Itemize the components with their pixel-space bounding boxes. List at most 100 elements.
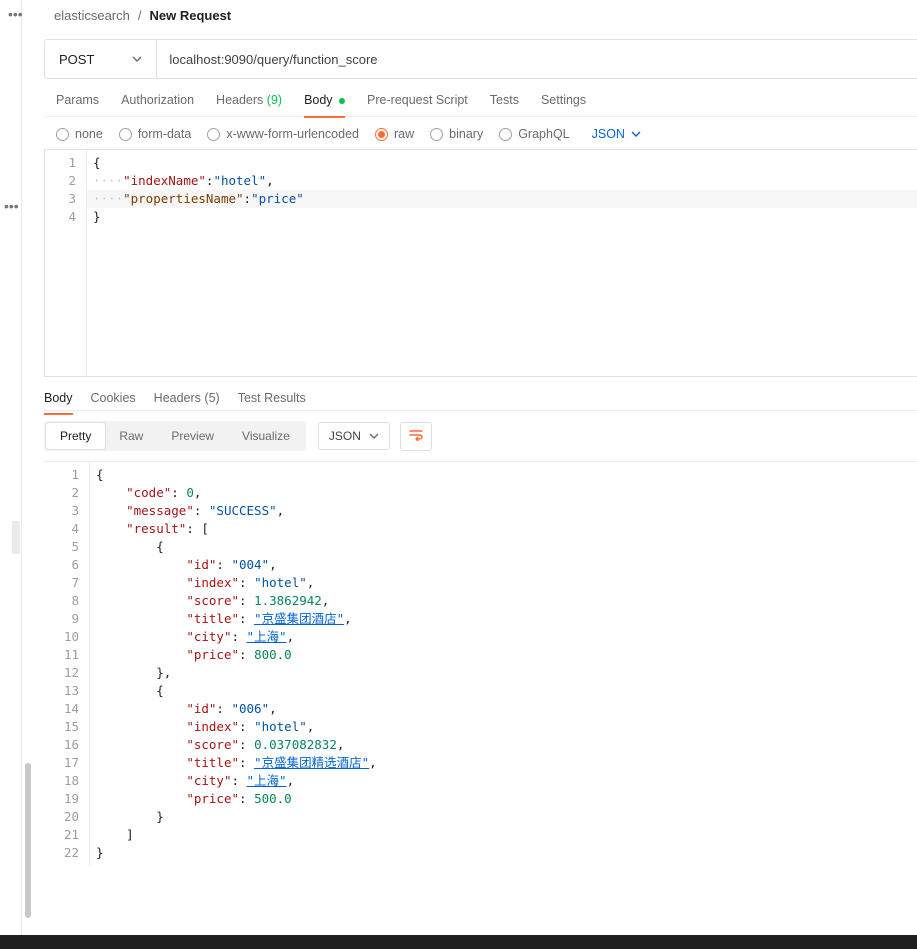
tab-settings[interactable]: Settings [541, 93, 586, 116]
body-type-row: none form-data x-www-form-urlencoded raw… [44, 117, 917, 149]
code-token: "index" [186, 719, 239, 734]
seg-preview[interactable]: Preview [157, 423, 228, 449]
chevron-down-icon [132, 54, 142, 64]
radio-xwww[interactable]: x-www-form-urlencoded [207, 127, 359, 141]
code-token: "006" [231, 701, 269, 716]
more-icon-side[interactable]: ••• [4, 198, 19, 214]
resp-tab-test-results[interactable]: Test Results [238, 391, 306, 413]
resp-tab-cookies[interactable]: Cookies [91, 391, 136, 413]
radio-binary-label: binary [449, 127, 483, 141]
resp-tab-headers-count: (5) [204, 391, 219, 405]
code-token: 500.0 [254, 791, 292, 806]
request-body-editor[interactable]: 1234 { ····"indexName":"hotel", ····"pro… [44, 149, 917, 377]
wrap-icon [409, 429, 423, 441]
breadcrumb-request: New Request [150, 8, 232, 23]
code-token: "hotel" [254, 575, 307, 590]
resp-tab-headers[interactable]: Headers (5) [154, 391, 220, 413]
raw-format-dropdown[interactable]: JSON [592, 127, 641, 141]
code-area[interactable]: { ····"indexName":"hotel", ····"properti… [87, 150, 917, 376]
scrollbar-thumb[interactable] [25, 763, 31, 918]
code-token: "code" [126, 485, 171, 500]
radio-form-data[interactable]: form-data [119, 127, 192, 141]
radio-none[interactable]: none [56, 127, 103, 141]
code-token: 0 [186, 485, 194, 500]
code-token: "price" [186, 791, 239, 806]
radio-form-data-label: form-data [138, 127, 192, 141]
tab-body-label: Body [304, 93, 333, 107]
radio-raw-label: raw [394, 127, 414, 141]
code-token: "index" [186, 575, 239, 590]
code-token: "上海" [247, 629, 287, 644]
code-token: "京盛集团酒店" [254, 611, 344, 626]
code-token: 0.037082832 [254, 737, 337, 752]
code-token: "city" [186, 773, 231, 788]
code-token: "title" [186, 755, 239, 770]
raw-format-label: JSON [592, 127, 625, 141]
body-modified-dot-icon [339, 98, 345, 104]
footer-bar [0, 935, 917, 949]
code-token: "id" [186, 557, 216, 572]
response-tabs: Body Cookies Headers (5) Test Results [44, 377, 917, 411]
http-method-label: POST [59, 52, 94, 67]
code-token: "004" [231, 557, 269, 572]
code-token: 1.3862942 [254, 593, 322, 608]
code-token: "京盛集团精选酒店" [254, 755, 369, 770]
breadcrumb: elasticsearch / New Request [44, 0, 917, 33]
pane-resize-handle[interactable] [12, 521, 20, 554]
code-token: , [266, 173, 274, 188]
response-format-label: JSON [329, 429, 361, 443]
tab-authorization[interactable]: Authorization [121, 93, 194, 116]
radio-raw[interactable]: raw [375, 127, 414, 141]
code-token: : [244, 191, 252, 206]
resp-tab-body[interactable]: Body [44, 391, 73, 415]
code-token: } [93, 209, 101, 224]
response-body-editor[interactable]: 12345678910111213141516171819202122 { "c… [44, 461, 917, 866]
radio-graphql-label: GraphQL [518, 127, 569, 141]
request-tabs: Params Authorization Headers (9) Body Pr… [44, 79, 917, 117]
breadcrumb-sep: / [138, 8, 142, 23]
url-bar: POST localhost:9090/query/function_score [44, 39, 917, 79]
response-view-row: Pretty Raw Preview Visualize JSON [44, 411, 917, 461]
tab-params[interactable]: Params [56, 93, 99, 116]
code-token: "hotel" [213, 173, 266, 188]
seg-pretty[interactable]: Pretty [46, 423, 105, 449]
tab-headers-count: (9) [267, 93, 282, 107]
wrap-lines-button[interactable] [400, 422, 432, 451]
code-token: "id" [186, 701, 216, 716]
line-gutter: 12345678910111213141516171819202122 [44, 462, 90, 866]
url-input[interactable]: localhost:9090/query/function_score [157, 40, 917, 78]
code-token: "score" [186, 593, 239, 608]
code-token: "indexName" [123, 173, 206, 188]
code-token: "price" [251, 191, 304, 206]
code-token: "message" [126, 503, 194, 518]
line-gutter: 1234 [45, 150, 87, 376]
url-text: localhost:9090/query/function_score [169, 52, 377, 67]
breadcrumb-collection[interactable]: elasticsearch [54, 8, 130, 23]
radio-graphql[interactable]: GraphQL [499, 127, 569, 141]
radio-binary[interactable]: binary [430, 127, 483, 141]
response-code-area[interactable]: { "code": 0, "message": "SUCCESS", "resu… [90, 462, 917, 866]
resp-tab-headers-label: Headers [154, 391, 201, 405]
more-icon[interactable]: ••• [8, 6, 23, 22]
tab-tests[interactable]: Tests [490, 93, 519, 116]
seg-raw[interactable]: Raw [105, 423, 157, 449]
response-format-dropdown[interactable]: JSON [318, 422, 390, 450]
tab-body[interactable]: Body [304, 93, 345, 118]
code-token: "price" [186, 647, 239, 662]
tab-headers[interactable]: Headers (9) [216, 93, 282, 116]
left-sidebar-strip [0, 0, 22, 949]
view-mode-segmented: Pretty Raw Preview Visualize [44, 421, 306, 451]
code-token: "score" [186, 737, 239, 752]
seg-visualize[interactable]: Visualize [228, 423, 304, 449]
code-token: "propertiesName" [123, 191, 243, 206]
code-token: "SUCCESS" [209, 503, 277, 518]
code-token: "result" [126, 521, 186, 536]
tab-headers-label: Headers [216, 93, 263, 107]
radio-xwww-label: x-www-form-urlencoded [226, 127, 359, 141]
http-method-dropdown[interactable]: POST [45, 40, 157, 78]
code-token: "hotel" [254, 719, 307, 734]
tab-prerequest[interactable]: Pre-request Script [367, 93, 468, 116]
chevron-down-icon [369, 431, 379, 441]
chevron-down-icon [631, 129, 641, 139]
code-token: "上海" [247, 773, 287, 788]
